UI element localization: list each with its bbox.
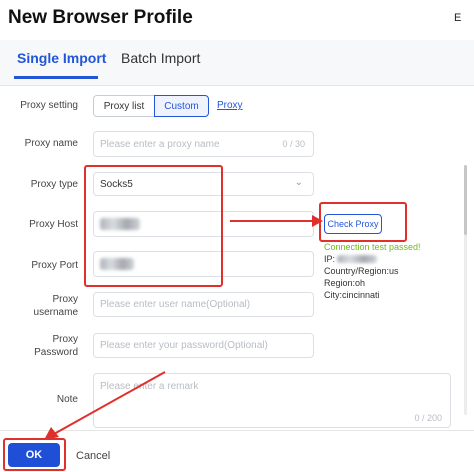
ip-row: IP: xyxy=(324,254,378,264)
proxy-host-label: Proxy Host xyxy=(29,219,78,230)
proxy-password-input[interactable]: Please enter your password(Optional) xyxy=(93,333,314,358)
proxy-password-label-1: Proxy xyxy=(52,334,78,345)
proxy-link[interactable]: Proxy xyxy=(217,100,243,111)
scrollbar-thumb[interactable] xyxy=(464,165,467,235)
proxy-type-label: Proxy type xyxy=(30,179,78,190)
chevron-down-icon: ⌄ xyxy=(294,177,303,188)
redacted-ip-value xyxy=(337,255,378,263)
region-text: Region:oh xyxy=(324,278,366,288)
custom-option[interactable]: Custom xyxy=(154,95,209,117)
proxy-username-input[interactable]: Please enter user name(Optional) xyxy=(93,292,314,317)
proxy-list-option[interactable]: Proxy list xyxy=(93,95,155,117)
proxy-password-label-2: Password xyxy=(34,347,78,358)
ok-highlight-box xyxy=(3,438,66,471)
proxy-username-label-1: Proxy xyxy=(52,294,78,305)
proxy-port-label: Proxy Port xyxy=(31,260,78,271)
city-text: City:cincinnati xyxy=(324,290,380,300)
note-counter: 0 / 200 xyxy=(414,413,442,423)
proxy-setting-label: Proxy setting xyxy=(20,100,78,111)
tab-single-import[interactable]: Single Import xyxy=(17,50,106,66)
dialog-title: New Browser Profile xyxy=(8,7,193,28)
ip-label: IP: xyxy=(324,254,336,264)
tabs-divider xyxy=(0,85,474,86)
proxy-name-placeholder: Please enter a proxy name xyxy=(100,138,220,150)
proxy-password-placeholder: Please enter your password(Optional) xyxy=(100,340,268,351)
proxy-name-input[interactable]: Please enter a proxy name 0 / 30 xyxy=(93,131,314,157)
proxy-username-placeholder: Please enter user name(Optional) xyxy=(100,299,251,310)
proxy-name-counter: 0 / 30 xyxy=(282,139,305,149)
corner-info-icon[interactable]: E xyxy=(454,12,461,24)
annotation-highlight-box xyxy=(84,165,223,287)
corner-text: E xyxy=(454,12,462,24)
cancel-button[interactable]: Cancel xyxy=(76,450,110,462)
active-tab-indicator xyxy=(14,76,98,79)
annotation-arrow-right xyxy=(230,215,323,227)
proxy-name-label: Proxy name xyxy=(24,138,78,149)
annotation-arrow-to-ok xyxy=(44,371,166,440)
tab-batch-import[interactable]: Batch Import xyxy=(121,50,200,66)
proxy-username-label-2: username xyxy=(33,307,78,318)
check-proxy-button[interactable]: Check Proxy xyxy=(324,214,382,234)
country-text: Country/Region:us xyxy=(324,266,399,276)
connection-status: Connection test passed! xyxy=(324,242,421,252)
